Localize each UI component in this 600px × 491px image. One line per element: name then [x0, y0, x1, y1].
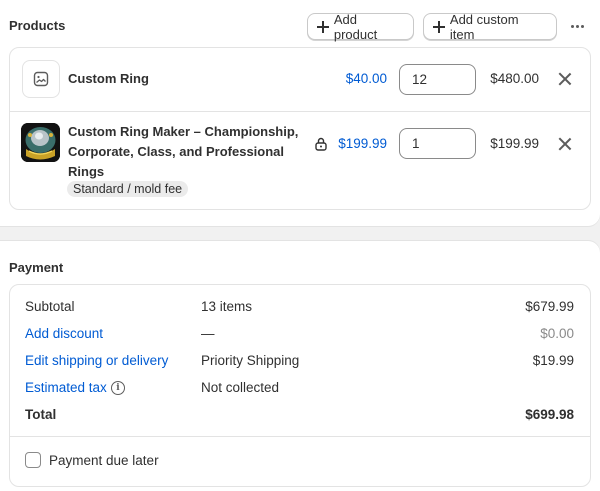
shipping-detail: Priority Shipping [201, 353, 300, 368]
estimated-tax-link[interactable]: Estimated tax [25, 380, 107, 395]
product-price-link[interactable]: $199.99 [338, 136, 387, 151]
remove-item-icon[interactable] [558, 72, 572, 86]
add-custom-item-label: Add custom item [449, 11, 519, 42]
product-name[interactable]: Custom Ring [68, 69, 149, 89]
subtotal-detail: 13 items [201, 299, 253, 314]
payment-due-later-checkbox[interactable] [25, 452, 41, 468]
products-title: Products [9, 18, 66, 33]
edit-shipping-link[interactable]: Edit shipping or delivery [25, 353, 168, 368]
plus-icon [317, 20, 329, 33]
products-card: Products Add product Add custom item Cus… [0, 0, 600, 226]
row-divider [10, 436, 590, 437]
add-product-button[interactable]: Add product [307, 11, 414, 42]
subtotal-value: $679.99 [525, 299, 574, 314]
add-custom-item-button[interactable]: Add custom item [423, 11, 557, 42]
product-name[interactable]: Custom Ring Maker – Championship, Corpor… [68, 122, 298, 182]
tax-detail: Not collected [201, 380, 280, 395]
line-total: $199.99 [490, 136, 539, 151]
remove-item-icon[interactable] [558, 137, 572, 151]
shipping-value: $19.99 [532, 353, 574, 368]
total-value: $699.98 [525, 407, 574, 422]
info-icon[interactable]: i [111, 381, 125, 395]
more-actions-icon[interactable] [566, 16, 588, 36]
plus-icon [433, 20, 445, 33]
payment-title: Payment [9, 260, 64, 275]
quantity-input[interactable] [399, 128, 476, 159]
line-total: $480.00 [490, 71, 539, 86]
product-name-line: Rings [68, 164, 105, 179]
product-price-link[interactable]: $40.00 [346, 71, 387, 86]
lock-icon [315, 137, 327, 151]
add-discount-link[interactable]: Add discount [25, 326, 103, 341]
subtotal-label: Subtotal [25, 299, 75, 314]
variant-badge: Standard / mold fee [67, 181, 189, 197]
image-placeholder-icon [22, 60, 60, 98]
total-label: Total [25, 407, 57, 422]
quantity-input[interactable] [399, 64, 476, 95]
payment-summary: Subtotal 13 items $679.99 Add discount —… [9, 284, 591, 487]
discount-detail: — [201, 326, 215, 341]
discount-value: $0.00 [540, 326, 574, 341]
payment-card: Payment Subtotal 13 items $679.99 Add di… [0, 241, 600, 491]
add-product-label: Add product [333, 11, 378, 42]
product-name-line: Custom Ring Maker – Championship, [68, 124, 299, 139]
products-list: Custom Ring $40.00 $480.00 Custom Ring M… [9, 47, 591, 210]
row-divider [10, 111, 590, 112]
product-name-line: Corporate, Class, and Professional [68, 144, 285, 159]
championship-ring-photo [21, 123, 60, 162]
payment-due-later-label[interactable]: Payment due later [49, 453, 159, 468]
